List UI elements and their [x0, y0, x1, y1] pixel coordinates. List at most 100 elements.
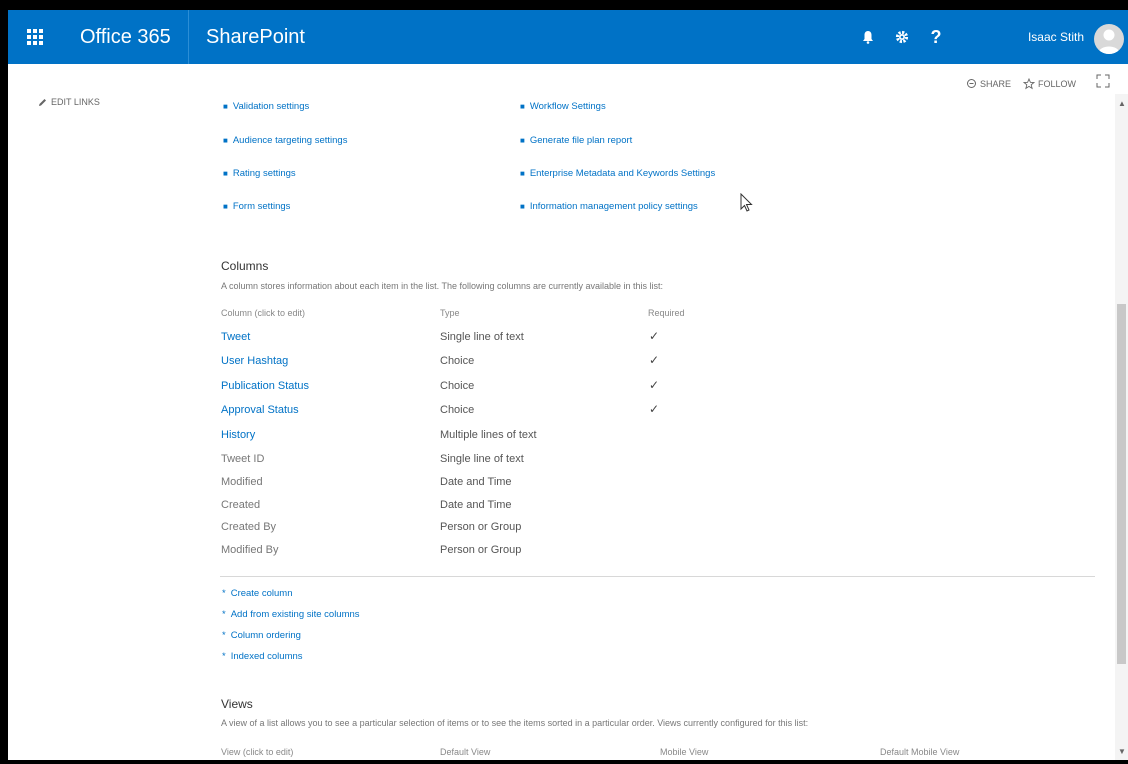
page-action-bar: SHARE FOLLOW — [8, 64, 1128, 94]
app-launcher-button[interactable] — [8, 10, 62, 64]
column-row-name[interactable]: Modified — [221, 476, 263, 488]
link-label: Rating settings — [232, 168, 296, 179]
information-management-policy-settings-link[interactable]: ■ Information management policy settings — [520, 201, 698, 212]
view-name-header: View (click to edit) — [221, 747, 294, 757]
notifications-button[interactable] — [851, 10, 885, 64]
fullscreen-icon — [1096, 74, 1110, 88]
views-section-description: A view of a list allows you to see a par… — [221, 718, 809, 728]
user-avatar[interactable] — [1094, 24, 1124, 54]
column-type-header: Type — [440, 308, 460, 318]
checkmark-icon: ✓ — [649, 353, 660, 367]
column-row-name[interactable]: History — [221, 429, 255, 441]
link-label: Audience targeting settings — [232, 135, 348, 146]
link-label: Form settings — [232, 201, 291, 212]
create-column-link[interactable]: * Create column — [222, 588, 292, 599]
vertical-scrollbar[interactable]: ▲ ▼ — [1115, 94, 1128, 760]
help-icon: ? — [930, 26, 942, 47]
column-row-name[interactable]: Approval Status — [221, 404, 299, 416]
bullet-icon: ■ — [520, 169, 525, 178]
column-row-type: Single line of text — [440, 453, 524, 465]
settings-button[interactable] — [885, 10, 919, 64]
column-row-name[interactable]: User Hashtag — [221, 355, 288, 367]
follow-button[interactable]: FOLLOW — [1023, 78, 1076, 90]
asterisk-icon: * — [222, 609, 226, 620]
help-button[interactable]: ? — [919, 10, 953, 64]
column-row-type: Person or Group — [440, 521, 522, 533]
column-row-name[interactable]: Publication Status — [221, 380, 309, 392]
action-label: Add from existing site columns — [230, 609, 360, 620]
bell-icon — [863, 31, 873, 44]
default-view-header: Default View — [440, 747, 491, 757]
link-label: Workflow Settings — [529, 101, 606, 112]
sharepoint-app-link[interactable]: SharePoint — [206, 10, 305, 64]
link-label: Generate file plan report — [529, 135, 633, 146]
edit-links-label: EDIT LINKS — [51, 97, 100, 107]
audience-targeting-settings-link[interactable]: ■ Audience targeting settings — [223, 135, 347, 146]
office365-brand-link[interactable]: Office 365 — [80, 10, 171, 64]
default-mobile-view-header: Default Mobile View — [880, 747, 960, 757]
action-label: Create column — [230, 588, 293, 599]
column-row-type: Date and Time — [440, 499, 512, 511]
browser-frame: Office 365 SharePoint ? Isaac Stith SHAR… — [8, 10, 1128, 760]
scroll-down-arrow-icon[interactable]: ▼ — [1118, 748, 1126, 756]
workflow-settings-link[interactable]: ■ Workflow Settings — [520, 101, 606, 112]
star-icon — [1023, 78, 1035, 90]
columns-section-description: A column stores information about each i… — [221, 281, 664, 291]
scroll-up-arrow-icon[interactable]: ▲ — [1118, 100, 1126, 108]
share-button[interactable]: SHARE — [966, 78, 1011, 89]
share-label: SHARE — [980, 78, 1012, 89]
column-row-type: Single line of text — [440, 331, 524, 343]
checkmark-icon: ✓ — [649, 329, 660, 343]
mobile-view-header: Mobile View — [660, 747, 709, 757]
enterprise-metadata-keywords-settings-link[interactable]: ■ Enterprise Metadata and Keywords Setti… — [520, 168, 715, 179]
column-row-type: Multiple lines of text — [440, 429, 537, 441]
columns-divider — [220, 576, 1095, 577]
mouse-cursor-icon — [740, 193, 753, 212]
bullet-icon: ■ — [520, 136, 525, 145]
scroll-thumb[interactable] — [1117, 304, 1126, 664]
gear-icon — [895, 30, 909, 44]
rating-settings-link[interactable]: ■ Rating settings — [223, 168, 296, 179]
bullet-icon: ■ — [223, 202, 228, 211]
columns-section-title: Columns — [221, 259, 269, 273]
views-section-title: Views — [221, 697, 253, 711]
bullet-icon: ■ — [223, 102, 228, 111]
asterisk-icon: * — [222, 588, 226, 599]
column-row-name[interactable]: Created — [221, 499, 260, 511]
bullet-icon: ■ — [223, 169, 228, 178]
column-ordering-link[interactable]: * Column ordering — [222, 630, 301, 641]
bullet-icon: ■ — [520, 202, 525, 211]
bullet-icon: ■ — [223, 136, 228, 145]
column-row-type: Choice — [440, 380, 475, 392]
bullet-icon: ■ — [520, 102, 525, 111]
column-required-header: Required — [648, 308, 685, 318]
asterisk-icon: * — [222, 651, 226, 662]
column-row-type: Date and Time — [440, 476, 512, 488]
link-label: Information management policy settings — [529, 201, 698, 212]
indexed-columns-link[interactable]: * Indexed columns — [222, 651, 303, 662]
person-icon — [1098, 29, 1120, 54]
link-label: Validation settings — [232, 101, 310, 112]
focus-on-content-button[interactable] — [1096, 74, 1110, 93]
checkmark-icon: ✓ — [649, 402, 660, 416]
waffle-icon — [27, 29, 43, 45]
action-label: Column ordering — [230, 630, 301, 641]
link-label: Enterprise Metadata and Keywords Setting… — [529, 168, 716, 179]
action-label: Indexed columns — [230, 651, 303, 662]
share-icon — [967, 79, 976, 88]
validation-settings-link[interactable]: ■ Validation settings — [223, 101, 309, 112]
edit-links-button[interactable]: EDIT LINKS — [38, 97, 100, 107]
column-row-name[interactable]: Tweet ID — [221, 453, 264, 465]
generate-file-plan-report-link[interactable]: ■ Generate file plan report — [520, 135, 632, 146]
suite-bar: Office 365 SharePoint ? Isaac Stith — [8, 10, 1128, 64]
column-row-name[interactable]: Tweet — [221, 331, 250, 343]
column-row-type: Choice — [440, 355, 475, 367]
form-settings-link[interactable]: ■ Form settings — [223, 201, 290, 212]
column-row-name[interactable]: Modified By — [221, 544, 278, 556]
column-name-header: Column (click to edit) — [221, 308, 306, 318]
follow-label: FOLLOW — [1038, 79, 1077, 89]
column-row-type: Choice — [440, 404, 475, 416]
add-from-existing-site-columns-link[interactable]: * Add from existing site columns — [222, 609, 360, 620]
user-name[interactable]: Isaac Stith — [1028, 10, 1084, 64]
column-row-name[interactable]: Created By — [221, 521, 276, 533]
